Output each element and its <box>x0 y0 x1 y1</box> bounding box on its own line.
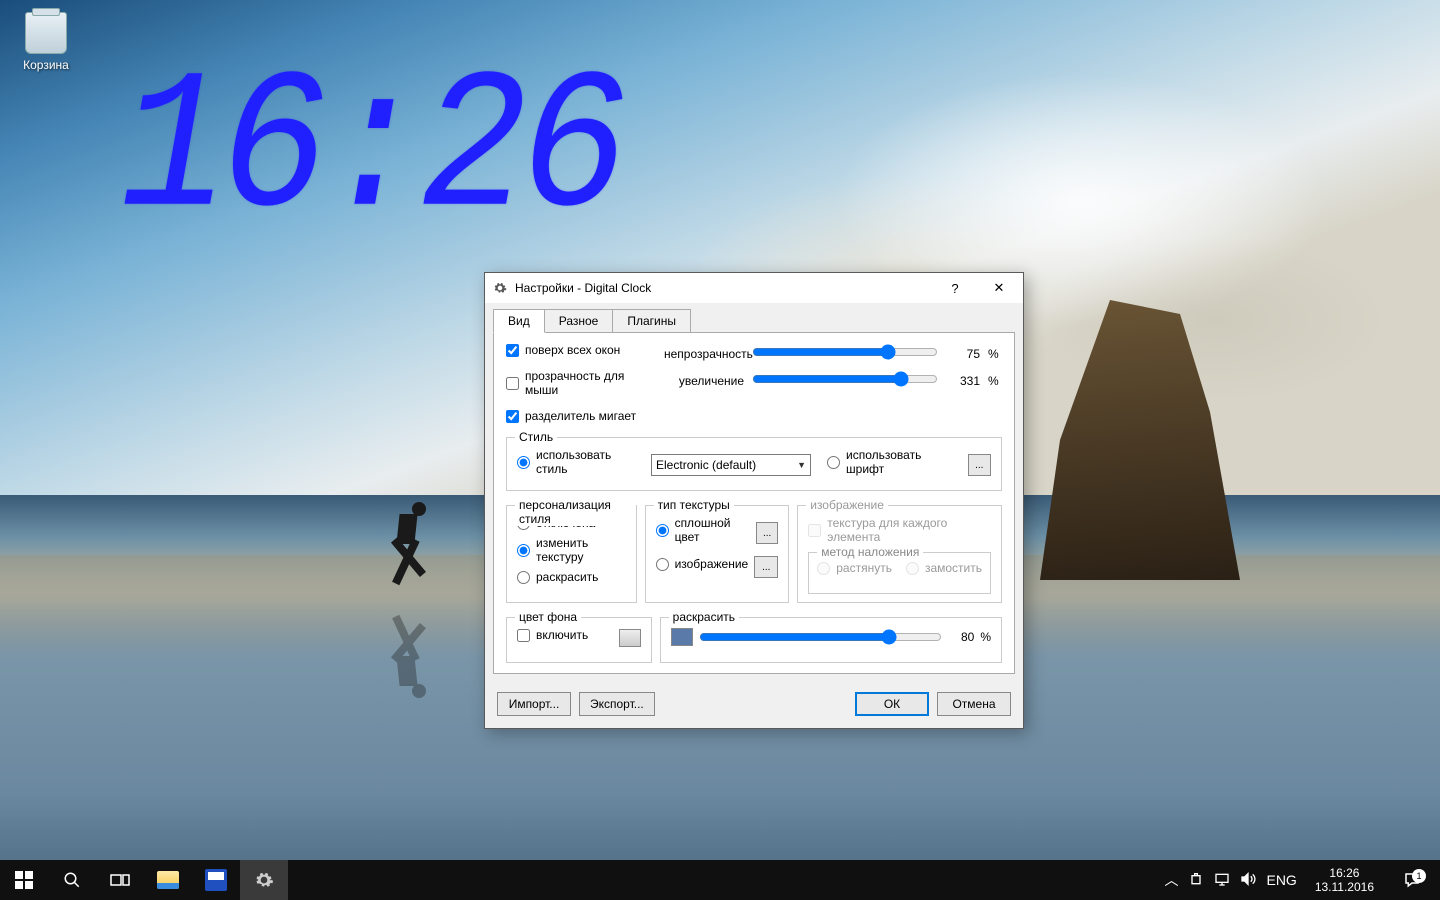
style-combobox[interactable]: Electronic (default) <box>651 454 811 476</box>
export-button[interactable]: Экспорт... <box>579 692 655 716</box>
wallpaper-runner-reflection <box>380 605 440 700</box>
search-icon <box>63 871 81 889</box>
image-browse-button[interactable]: ... <box>754 556 778 578</box>
check-separator-flash-box[interactable] <box>506 410 519 423</box>
radio-solid-color[interactable]: сплошной цвет <box>656 516 751 544</box>
colorize-value: 80 <box>948 630 974 644</box>
desktop[interactable]: Корзина 16:26 Настройки - Digital Clock … <box>0 0 1440 900</box>
task-view-button[interactable] <box>96 860 144 900</box>
task-view-icon <box>110 872 130 888</box>
tab-view[interactable]: Вид <box>493 309 545 333</box>
bg-color-group: цвет фона включить <box>506 617 652 663</box>
personalization-group: персонализация стиля отключена изменить … <box>506 505 637 603</box>
tray-clock[interactable]: 16:26 13.11.2016 <box>1307 866 1382 895</box>
dialog-title: Настройки - Digital Clock <box>515 281 933 295</box>
tray-notifications[interactable]: 1 <box>1392 871 1432 889</box>
radio-use-style[interactable]: использовать стиль <box>517 448 643 476</box>
check-separator-flash[interactable]: разделитель мигает <box>506 409 656 423</box>
opacity-label: непрозрачность <box>664 347 744 361</box>
recycle-bin-icon <box>25 12 67 54</box>
zoom-value: 331 <box>946 374 980 388</box>
dialog-buttons: Импорт... Экспорт... ОК Отмена <box>485 684 1023 728</box>
dialog-titlebar[interactable]: Настройки - Digital Clock ? ✕ <box>485 273 1023 303</box>
taskbar-app-settings[interactable] <box>240 860 288 900</box>
floppy-icon <box>205 869 227 891</box>
tray-power-icon[interactable] <box>1188 871 1204 890</box>
notification-badge: 1 <box>1412 869 1426 883</box>
taskbar-app-explorer[interactable] <box>144 860 192 900</box>
tray-network-icon[interactable] <box>1214 871 1230 890</box>
gear-icon <box>493 281 507 295</box>
tray-time: 16:26 <box>1315 866 1374 880</box>
tab-plugins[interactable]: Плагины <box>612 309 691 332</box>
windows-icon <box>15 871 33 889</box>
opacity-value: 75 <box>946 347 980 361</box>
cancel-button[interactable]: Отмена <box>937 692 1011 716</box>
zoom-unit: % <box>988 374 1002 388</box>
zoom-label: увеличение <box>664 374 744 388</box>
check-bg-enable[interactable]: включить <box>517 628 588 642</box>
solid-color-button[interactable]: ... <box>756 522 778 544</box>
close-button[interactable]: ✕ <box>977 274 1021 302</box>
tabs: Вид Разное Плагины <box>485 303 1023 332</box>
recycle-bin[interactable]: Корзина <box>18 12 74 72</box>
tray-volume-icon[interactable] <box>1240 871 1256 890</box>
wallpaper-runner <box>380 500 440 595</box>
radio-personalization-colorize[interactable]: раскрасить <box>517 570 626 584</box>
gear-icon <box>254 870 274 890</box>
check-texture-per-element: текстура для каждого элемента <box>808 516 991 544</box>
tiling-group: метод наложения растянуть замостить <box>808 552 991 594</box>
radio-personalization-texture[interactable]: изменить текстуру <box>517 536 626 564</box>
radio-tile: замостить <box>906 561 982 575</box>
radio-stretch: растянуть <box>817 561 892 575</box>
style-legend: Стиль <box>515 430 557 444</box>
search-button[interactable] <box>48 860 96 900</box>
system-tray: ︿ ENG 16:26 13.11.2016 1 <box>1156 860 1440 900</box>
radio-image-texture[interactable]: изображение <box>656 557 749 571</box>
tray-language[interactable]: ENG <box>1266 872 1296 888</box>
recycle-bin-label: Корзина <box>18 58 74 72</box>
help-button[interactable]: ? <box>933 274 977 302</box>
tab-body-view: поверх всех окон прозрачность для мыши р… <box>493 332 1015 674</box>
radio-use-font[interactable]: использовать шрифт <box>827 448 960 476</box>
settings-dialog: Настройки - Digital Clock ? ✕ Вид Разное… <box>484 272 1024 729</box>
check-stay-on-top[interactable]: поверх всех окон <box>506 343 656 357</box>
image-group: изображение текстура для каждого элемент… <box>797 505 1002 603</box>
colorize-group: раскрасить 80 % <box>660 617 1002 663</box>
colorize-swatch[interactable] <box>671 628 693 646</box>
taskbar: ︿ ENG 16:26 13.11.2016 1 <box>0 860 1440 900</box>
check-mouse-transparency-box[interactable] <box>506 377 519 390</box>
colorize-unit: % <box>980 630 991 644</box>
check-stay-on-top-box[interactable] <box>506 344 519 357</box>
start-button[interactable] <box>0 860 48 900</box>
opacity-unit: % <box>988 347 1002 361</box>
check-mouse-transparency[interactable]: прозрачность для мыши <box>506 369 656 397</box>
texture-type-group: тип текстуры сплошной цвет ... изображен… <box>645 505 790 603</box>
taskbar-app-disk[interactable] <box>192 860 240 900</box>
ok-button[interactable]: ОК <box>855 692 929 716</box>
tab-misc[interactable]: Разное <box>544 309 614 332</box>
colorize-slider[interactable] <box>699 628 943 646</box>
desktop-clock-widget[interactable]: 16:26 <box>120 40 620 264</box>
tray-date: 13.11.2016 <box>1315 880 1374 894</box>
style-group: Стиль использовать стиль Electronic (def… <box>506 437 1002 491</box>
tray-chevron-icon[interactable]: ︿ <box>1164 870 1178 890</box>
bg-color-swatch[interactable] <box>619 629 641 647</box>
folder-icon <box>157 871 179 889</box>
zoom-slider[interactable] <box>752 370 938 388</box>
font-browse-button[interactable]: ... <box>968 454 991 476</box>
opacity-slider[interactable] <box>752 343 938 361</box>
import-button[interactable]: Импорт... <box>497 692 571 716</box>
